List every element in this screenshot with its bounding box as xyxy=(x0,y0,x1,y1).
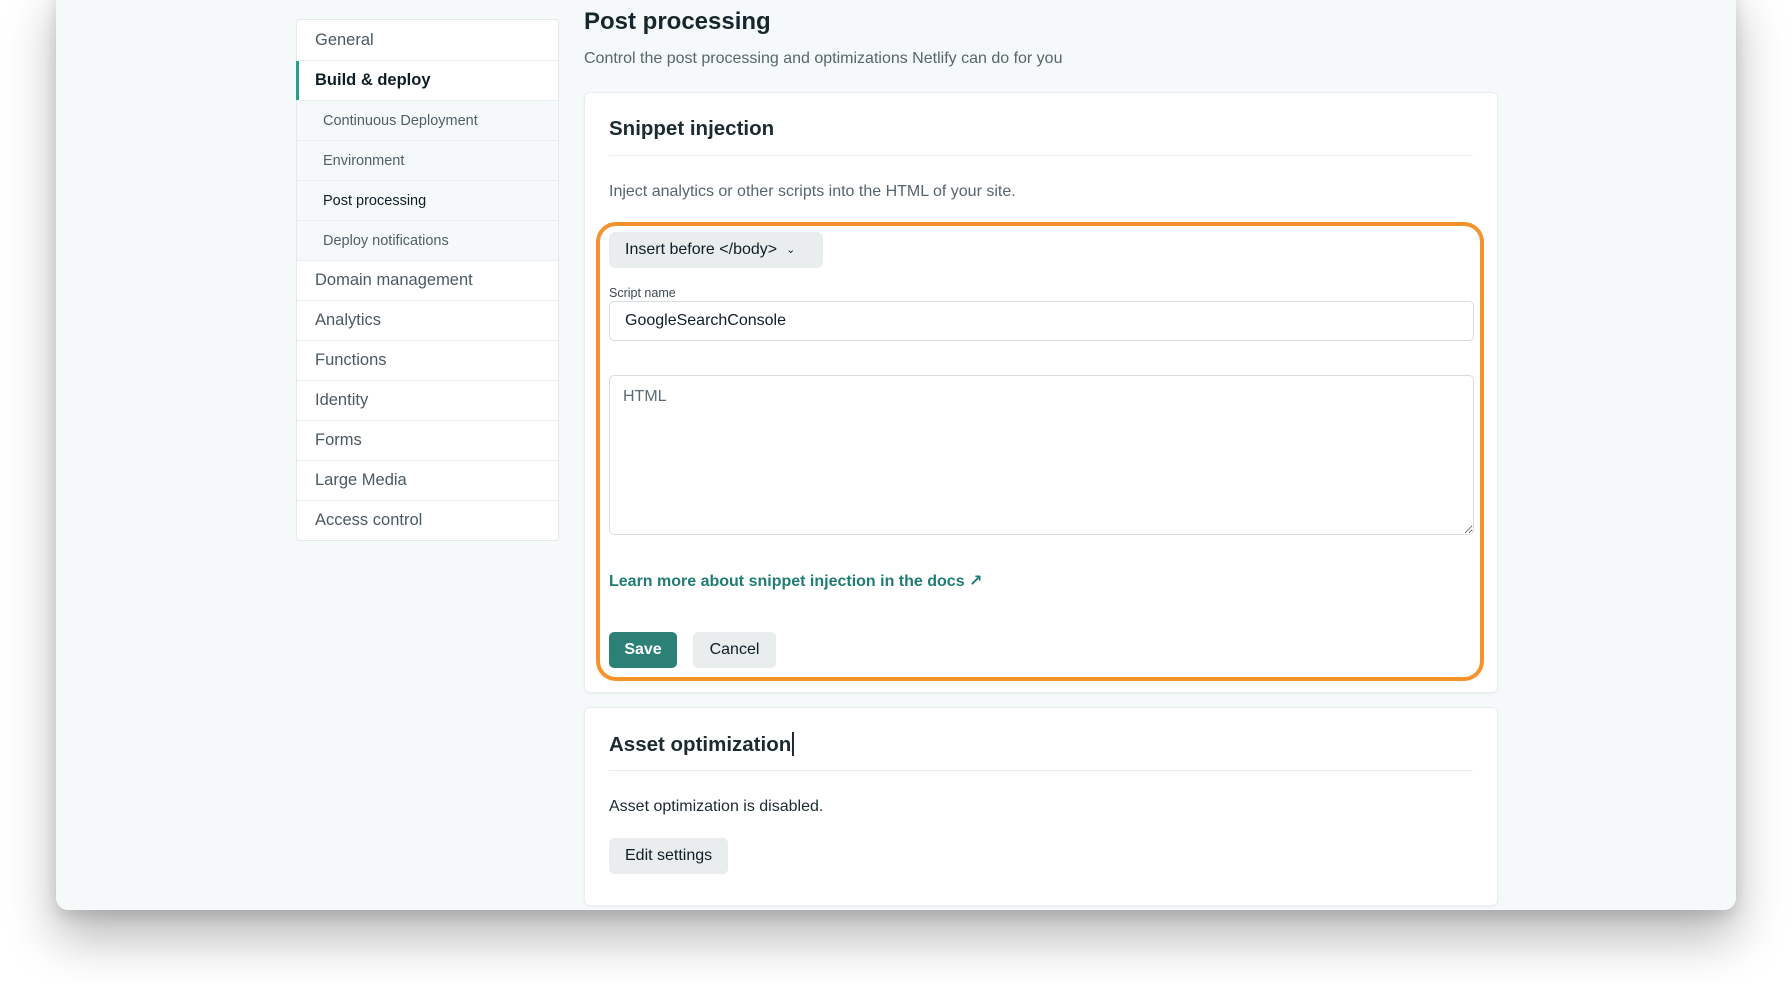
sidebar-item-forms[interactable]: Forms xyxy=(297,420,558,460)
sidebar-item-large-media[interactable]: Large Media xyxy=(297,460,558,500)
settings-sidebar: General Build & deploy Continuous Deploy… xyxy=(296,19,559,541)
insert-position-dropdown[interactable]: Insert before </body> ⌄ xyxy=(609,232,823,268)
html-textarea[interactable] xyxy=(609,375,1474,535)
script-name-label: Script name xyxy=(609,286,676,300)
sidebar-subitem-environment[interactable]: Environment xyxy=(297,140,558,180)
asset-optimization-title-text: Asset optimization xyxy=(609,733,792,756)
page-subtitle: Control the post processing and optimiza… xyxy=(584,50,1063,67)
edit-settings-button[interactable]: Edit settings xyxy=(609,838,729,874)
chevron-down-icon: ⌄ xyxy=(786,243,796,256)
snippet-injection-title: Snippet injection xyxy=(609,93,1473,156)
asset-optimization-title: Asset optimization xyxy=(609,708,1473,771)
script-name-input[interactable] xyxy=(609,301,1474,341)
sidebar-item-identity[interactable]: Identity xyxy=(297,380,558,420)
cancel-button[interactable]: Cancel xyxy=(693,632,776,668)
save-button[interactable]: Save xyxy=(609,632,677,668)
app-window: General Build & deploy Continuous Deploy… xyxy=(56,0,1736,910)
snippet-docs-link[interactable]: Learn more about snippet injection in th… xyxy=(609,571,982,591)
text-cursor xyxy=(792,732,794,756)
page-title: Post processing xyxy=(584,8,771,35)
sidebar-item-access-control[interactable]: Access control xyxy=(297,500,558,540)
sidebar-item-build-deploy[interactable]: Build & deploy xyxy=(296,60,558,100)
insert-position-label: Insert before </body> xyxy=(625,241,778,258)
sidebar-item-functions[interactable]: Functions xyxy=(297,340,558,380)
asset-optimization-card: Asset optimization Asset optimization is… xyxy=(584,707,1498,906)
asset-optimization-status: Asset optimization is disabled. xyxy=(609,798,824,815)
main-content: Post processing Control the post process… xyxy=(584,8,1498,906)
sidebar-item-analytics[interactable]: Analytics xyxy=(297,300,558,340)
snippet-injection-description: Inject analytics or other scripts into t… xyxy=(609,183,1016,200)
snippet-injection-card: Snippet injection Inject analytics or ot… xyxy=(584,92,1498,693)
sidebar-subitem-deploy-notifications[interactable]: Deploy notifications xyxy=(297,220,558,260)
sidebar-subitem-continuous-deployment[interactable]: Continuous Deployment xyxy=(297,100,558,140)
sidebar-subitem-post-processing[interactable]: Post processing xyxy=(297,180,558,220)
sidebar-item-domain-management[interactable]: Domain management xyxy=(297,260,558,300)
sidebar-item-general[interactable]: General xyxy=(297,20,558,60)
